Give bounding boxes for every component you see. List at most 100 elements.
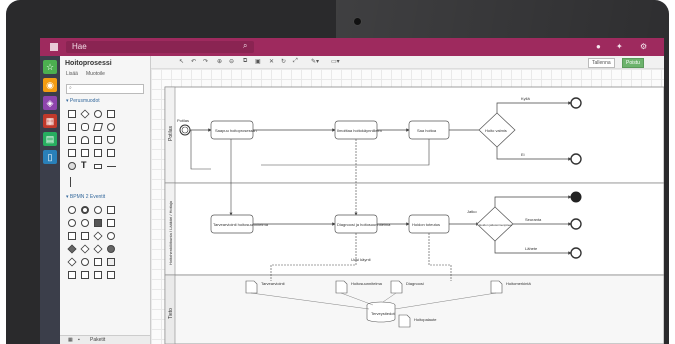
shape-tape[interactable] [81,136,89,144]
exit-button[interactable]: Poistu [622,58,644,68]
shape-chevron[interactable] [81,149,89,157]
undo-icon[interactable]: ↶ [191,58,196,65]
document-icon[interactable]: ▯ [43,150,57,164]
end-event-2[interactable] [570,153,582,165]
end-event-terminate[interactable] [570,191,582,203]
save-button[interactable]: Tallenna [588,58,615,68]
jatko-label: Jatko [467,209,477,214]
bpmn-error-event[interactable] [107,232,115,240]
flow-kylla-label: Kyllä [521,96,530,101]
bpmn-start-event[interactable] [68,206,76,214]
shape-card[interactable] [94,136,102,144]
lock-icon[interactable]: ▪ [78,337,80,343]
delete-icon[interactable]: ✕ [269,58,274,65]
bpmn-end-event[interactable] [81,206,89,214]
shape-diamond[interactable] [80,109,90,119]
start-event[interactable] [179,124,191,136]
bpmn-gateway[interactable] [93,231,103,241]
bpmn-timer-event[interactable] [68,219,76,227]
palette-footer-label[interactable]: Paketit [90,337,105,343]
end-event-4[interactable] [570,247,582,259]
flow-lahete-label: Lähete [525,246,538,251]
shape-vertical-line[interactable] [70,177,71,187]
shape-line-box[interactable] [94,164,102,169]
data-object-3[interactable] [390,280,403,294]
cube-icon[interactable]: ◉ [43,78,57,92]
bpmn-inclusive-gateway[interactable] [93,244,103,254]
gear-icon[interactable]: ⚙ [640,42,647,51]
zoom-out-icon[interactable]: ⊖ [229,58,234,65]
data-object-5[interactable] [398,314,411,328]
star-icon[interactable]: ☆ [43,60,57,74]
shape-rectangle[interactable] [68,110,76,118]
shape-document[interactable] [107,136,115,144]
bpmn-association[interactable] [107,271,115,279]
bpmn-intermediate-event[interactable] [94,206,102,214]
shape-actor[interactable] [68,162,76,170]
tab-format[interactable]: Muotoile [86,71,105,77]
data-object-2[interactable] [335,280,348,294]
pointer-tool-icon[interactable]: ↖ [179,58,184,65]
bpmn-task[interactable] [68,232,76,240]
calendar-icon[interactable]: ▦ [43,114,57,128]
zoom-in-icon[interactable]: ⊕ [217,58,222,65]
tab-add[interactable]: Lisää [66,71,78,77]
search-icon[interactable]: ⌕ [243,41,247,51]
search-input[interactable]: Hae [66,41,254,53]
shape-parallelogram[interactable] [92,123,104,131]
fit-icon[interactable]: ⤢ [293,58,298,65]
shape-cylinder[interactable] [81,123,89,131]
top-bar: Hae ⌕ ● ✦ ⚙ [40,38,664,56]
shape-line[interactable] [107,166,116,167]
bpmn-event-gateway[interactable] [67,257,77,267]
bpmn-group[interactable] [68,271,76,279]
bpmn-data-object[interactable] [94,258,102,266]
diagram-editor[interactable]: ↖ ↶ ↷ ⊕ ⊖ ⧉ ▣ ✕ ↻ ⤢ ✎▾ ▭▾ Tallenna Poist… [151,56,664,344]
bpmn-subprocess[interactable] [94,219,102,227]
shape-step[interactable] [68,136,76,144]
shape-circle[interactable] [94,110,102,118]
end-event-1[interactable] [570,97,582,109]
grid-icon[interactable]: ▦ [68,337,73,343]
lane-label-hoitohenkilokunta: Hoitohenkilökunta / Lääkäri / Hoitaja [168,200,173,265]
section-general[interactable]: ▾ Perusmuodot [66,98,100,104]
bpmn-exclusive-gateway[interactable] [80,244,90,254]
bpmn-signal-event[interactable] [81,258,89,266]
shape-callout[interactable] [94,149,102,157]
bpmn-text-annotation[interactable] [107,206,115,214]
text-tool-icon[interactable]: T [81,160,87,170]
shape-triangle[interactable] [68,149,76,157]
gateway-jatkotoimenpiteet-label: Hoidon jatkotoimenpiteet [479,223,512,227]
shape-square[interactable] [68,123,76,131]
copy-icon[interactable]: ⧉ [243,58,247,65]
bpmn-lane[interactable] [81,271,89,279]
bpmn-pool[interactable] [107,219,115,227]
app-logo[interactable] [50,43,58,51]
end-event-3[interactable] [570,218,582,230]
bpmn-terminate-event[interactable] [107,245,115,253]
bpmn-message[interactable] [94,271,102,279]
redo-icon[interactable]: ↷ [203,58,208,65]
notification-icon[interactable]: ● [596,42,601,51]
bpmn-data-store[interactable] [107,258,115,266]
data-object-4[interactable] [490,280,503,294]
rotate-icon[interactable]: ↻ [281,58,286,65]
insert-icon[interactable]: ▭▾ [331,58,340,65]
shape-ellipse[interactable] [107,123,115,131]
data-object-1[interactable] [245,280,258,294]
task-saa-hoitoa-label: Saa hoitoa [417,128,437,133]
shape-note[interactable] [107,110,115,118]
data-object-3-label: Diagnoosi [406,281,424,286]
shape-arrow[interactable] [107,149,115,157]
paste-icon[interactable]: ▣ [255,58,261,65]
task-diagnoosi-label: Diagnoosi ja hoitosuunnitelma [337,222,391,227]
bpmn-parallel-gateway[interactable] [67,244,77,254]
bpmn-message-event[interactable] [81,219,89,227]
palette-search-input[interactable]: ⌕ [66,84,144,94]
grid-icon[interactable]: ▤ [43,132,57,146]
section-bpmn[interactable]: ▾ BPMN 2 Eventit [66,194,105,200]
bpmn-call-activity[interactable] [81,232,89,240]
settings-icon[interactable]: ✦ [616,42,623,51]
box-icon[interactable]: ◈ [43,96,57,110]
style-icon[interactable]: ✎▾ [311,58,319,65]
